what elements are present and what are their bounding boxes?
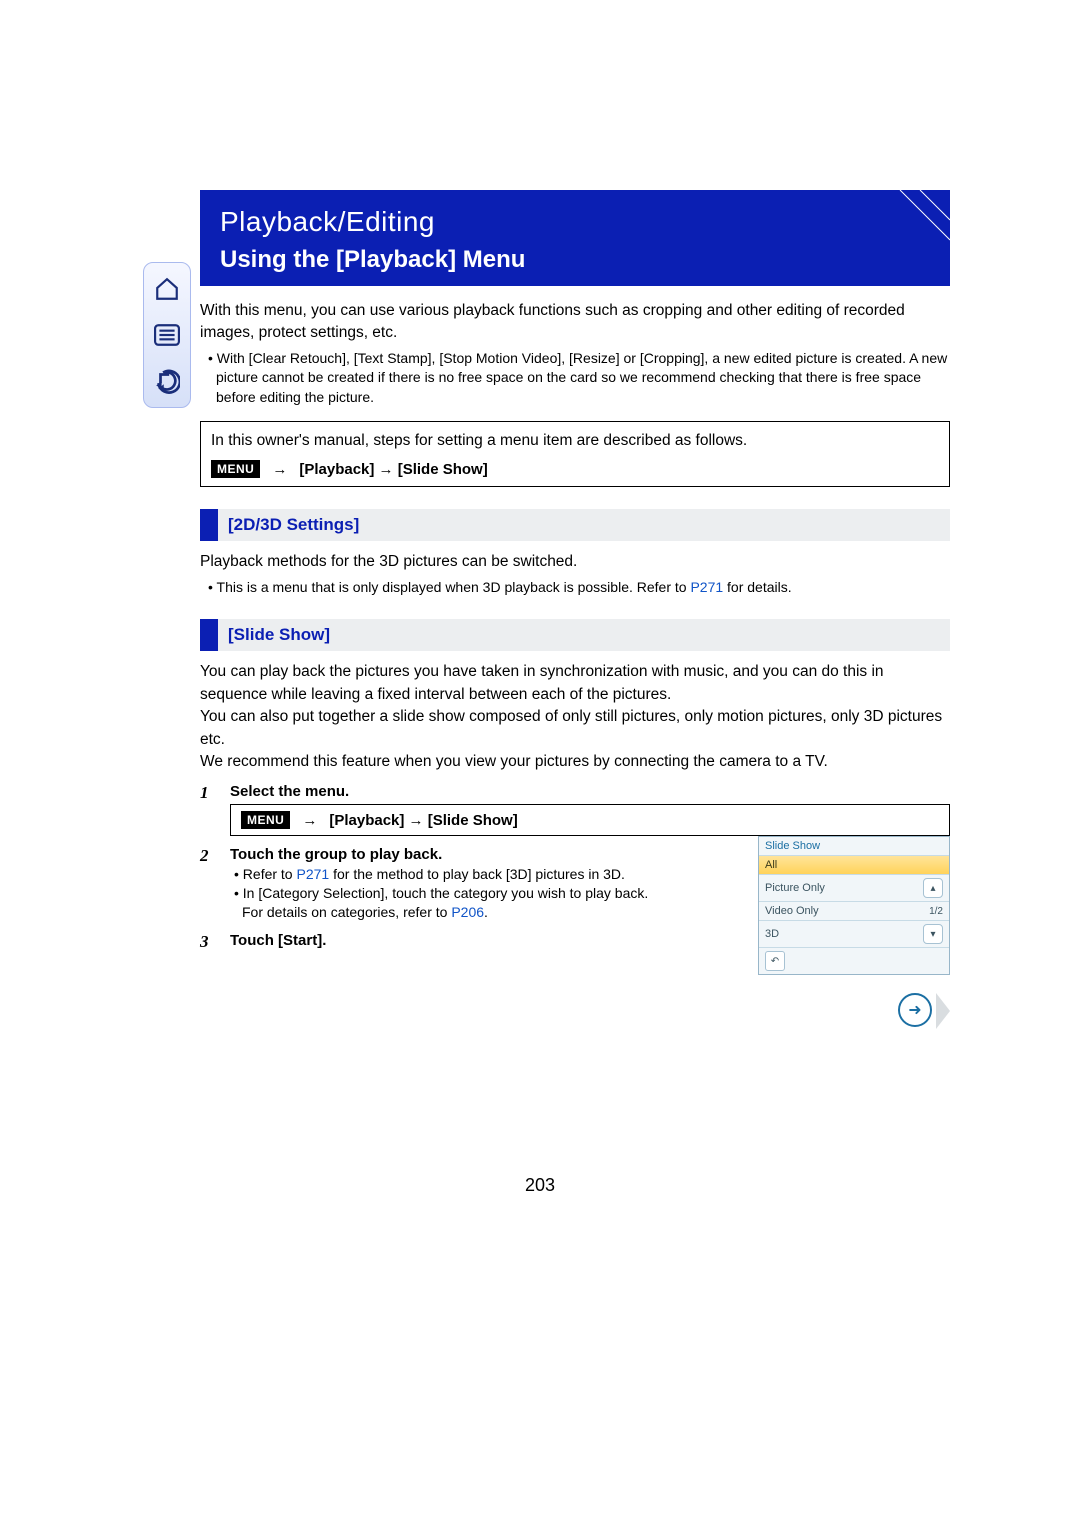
home-icon[interactable] xyxy=(151,273,183,305)
slideshow-p1: You can play back the pictures you have … xyxy=(200,661,950,706)
slideshow-screenshot: Slide Show All Picture Only ▴ Video Only… xyxy=(758,836,950,975)
step-3-title: Touch [Start]. xyxy=(230,932,746,949)
link-p271[interactable]: P271 xyxy=(690,579,723,595)
step-1: 1 Select the menu. MENU → [Playback] → [… xyxy=(200,783,950,836)
arrow-icon: → xyxy=(272,461,287,478)
thumb-item-3d[interactable]: 3D ▾ xyxy=(759,920,949,947)
thumb-page-indicator: 1/2 xyxy=(929,906,943,917)
thumb-back-icon[interactable]: ↶ xyxy=(765,951,785,971)
continue-indicator: ➜ xyxy=(200,993,950,1029)
note-box: In this owner's manual, steps for settin… xyxy=(200,421,950,487)
page-fold-icon xyxy=(936,993,950,1029)
section-2d3d-body: Playback methods for the 3D pictures can… xyxy=(200,551,950,573)
step2-bullet-c: For details on categories, refer to P206… xyxy=(230,903,746,922)
intro-bullets: With [Clear Retouch], [Text Stamp], [Sto… xyxy=(200,349,950,407)
intro-bullet-1: With [Clear Retouch], [Text Stamp], [Sto… xyxy=(204,349,950,407)
scroll-up-icon[interactable]: ▴ xyxy=(923,878,943,898)
step-2-row: 2 Touch the group to play back. Refer to… xyxy=(200,836,950,975)
page-number: 203 xyxy=(0,1175,1080,1196)
thumb-item-picture-only[interactable]: Picture Only ▴ xyxy=(759,874,949,901)
menu-path-step-text: [Playback] → [Slide Show] xyxy=(329,812,517,829)
page-title: Using the [Playback] Menu xyxy=(200,242,950,286)
step-2-number: 2 xyxy=(200,846,216,922)
scroll-down-icon[interactable]: ▾ xyxy=(923,924,943,944)
slideshow-p2: You can also put together a slide show c… xyxy=(200,706,950,751)
step-3: 3 Touch [Start]. xyxy=(200,932,746,952)
thumb-footer: ↶ xyxy=(759,947,949,974)
back-icon[interactable] xyxy=(151,365,183,397)
sidebar-nav xyxy=(143,262,191,408)
thumb-title: Slide Show xyxy=(759,837,949,855)
menu-path: MENU → [Playback] → [Slide Show] xyxy=(211,460,939,478)
menu-tag-step: MENU xyxy=(241,811,290,829)
link-p206[interactable]: P206 xyxy=(451,904,484,920)
step-2: 2 Touch the group to play back. Refer to… xyxy=(200,846,746,922)
section-2d3d-bullets: This is a menu that is only displayed wh… xyxy=(200,578,950,597)
slideshow-p3: We recommend this feature when you view … xyxy=(200,751,950,773)
step-3-number: 3 xyxy=(200,932,216,952)
note-line: In this owner's manual, steps for settin… xyxy=(211,430,939,452)
thumb-item-video-only[interactable]: Video Only 1/2 xyxy=(759,901,949,920)
link-p271-b[interactable]: P271 xyxy=(297,866,330,882)
menu-tag: MENU xyxy=(211,460,260,478)
step-1-number: 1 xyxy=(200,783,216,836)
step-2-title: Touch the group to play back. xyxy=(230,846,746,863)
step2-bullet-b: In [Category Selection], touch the categ… xyxy=(230,884,746,903)
step2-bullet-a: Refer to P271 for the method to play bac… xyxy=(230,865,746,884)
thumb-item-all[interactable]: All xyxy=(759,855,949,874)
section-2d3d-bullet: This is a menu that is only displayed wh… xyxy=(204,578,950,597)
section-2d3d-heading: [2D/3D Settings] xyxy=(200,509,950,541)
section-slideshow-heading: [Slide Show] xyxy=(200,619,950,651)
next-page-icon[interactable]: ➜ xyxy=(898,993,932,1027)
menu-list-icon[interactable] xyxy=(151,319,183,351)
step-1-title: Select the menu. xyxy=(230,783,950,800)
arrow-icon: → xyxy=(302,812,317,829)
page-header: Playback/Editing Using the [Playback] Me… xyxy=(200,190,950,286)
menu-path-text: [Playback] → [Slide Show] xyxy=(299,461,487,478)
intro-paragraph: With this menu, you can use various play… xyxy=(200,300,950,345)
section-breadcrumb: Playback/Editing xyxy=(200,190,950,242)
